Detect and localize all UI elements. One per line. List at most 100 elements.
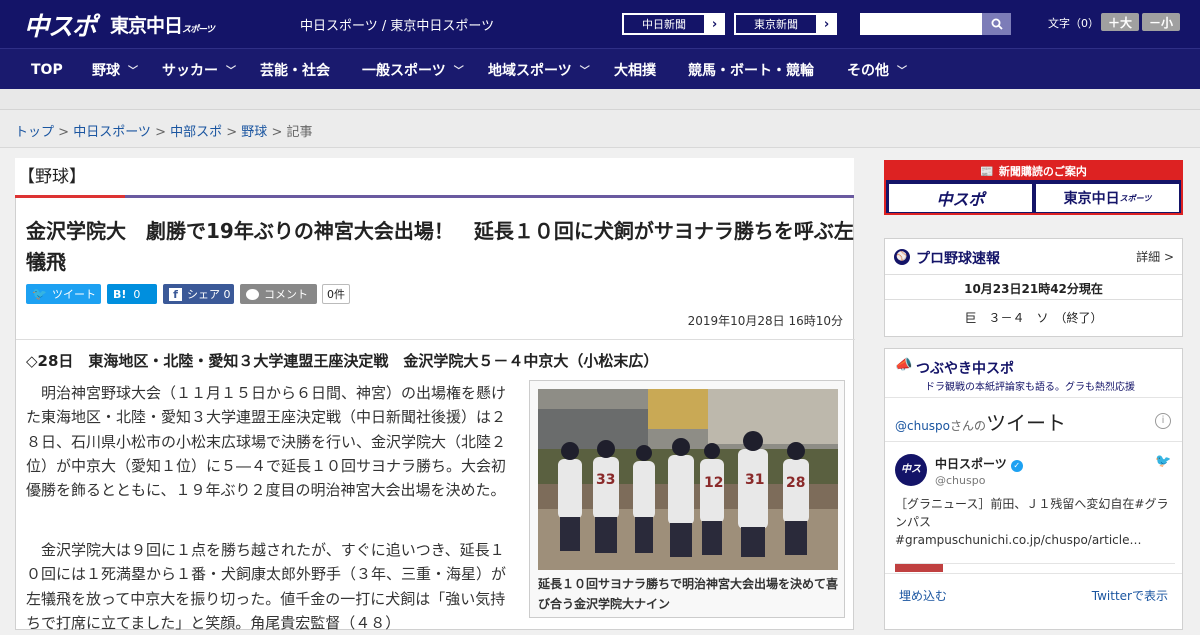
header-bar: 中スポ 東京中日スポーツ 中日スポーツ / 東京中日スポーツ 中日新聞 › 東京新… [0,0,1200,48]
divider [885,441,1182,442]
tweet-heading: ツイート [986,411,1067,435]
search-button[interactable] [982,13,1011,35]
divider [885,299,1182,300]
twitter-bird-icon: 🐦 [1155,454,1172,469]
speech-bubble-icon [246,288,259,300]
article-lead: ◇28日 東海地区・北陸・愛知３大学連盟王座決定戦 金沢学院大５－４中京大（小松… [26,352,659,370]
hatena-icon: B! [113,287,127,301]
nav-label: TOP [31,61,63,78]
chevron-down-icon: ﹀ [128,66,138,77]
chevron-down-icon: ﹀ [226,66,236,77]
nav-item-soccer[interactable]: サッカー ﹀ [162,49,236,90]
logo2-small: スポーツ [182,25,215,35]
nav-label: 一般スポーツ [362,62,446,79]
ad-btn2-small: スポーツ [1119,193,1152,203]
article-headline: 金沢学院大 劇勝で19年ぶりの神宮大会出場！ 延長１０回に犬飼がサヨナラ勝ちを呼… [26,219,854,274]
main-nav: TOP 野球 ﹀ サッカー ﹀ 芸能・社会 一般スポーツ ﹀ 地域スポーツ ﹀ 大相撲 … [0,48,1200,89]
twitter-icon: 🐦 [32,287,47,301]
svg-text:31: 31 [745,472,764,488]
tweet-box: 📣 つぶやき中スポ ドラ観戦の本紙評論家も語る。グラも熱烈応援 @chuspoさ… [884,348,1183,630]
megaphone-icon: 📣 [895,357,913,373]
tweet-box-subtitle: ドラ観戦の本紙評論家も語る。グラも熱烈応援 [925,382,1135,393]
pro-baseball-title: プロ野球速報 [916,251,1000,267]
baseball-score[interactable]: 巨 ３－４ ソ （終了） [885,309,1182,326]
svg-text:33: 33 [596,472,615,488]
baseball-detail-link[interactable]: 詳細 > [1136,248,1174,265]
ad-title: 📰 新聞購読のご案内 [886,162,1181,180]
chunichi-shimbun-button[interactable]: 中日新聞 › [622,13,725,35]
ad-btn2-text: 東京中日 [1063,191,1120,207]
crumb-chunichi-sports[interactable]: 中日スポーツ [73,125,151,140]
nav-item-sumo[interactable]: 大相撲 [614,49,656,90]
facebook-label: シェア 0 [187,288,231,301]
nav-label: 野球 [92,62,120,79]
category-title: 【野球】 [18,167,86,187]
tokyo-chunichi-logo[interactable]: 東京中日スポーツ [110,11,215,38]
nav-item-baseball[interactable]: 野球 ﹀ [92,49,138,90]
chevron-down-icon: ﹀ [453,66,464,77]
nav-item-top[interactable]: TOP [31,49,63,90]
divider [885,397,1182,398]
subscription-ad: 📰 新聞購読のご案内 中スポ 東京中日 スポーツ [884,160,1183,215]
nav-item-entertainment[interactable]: 芸能・社会 [260,49,330,90]
svg-text:28: 28 [786,475,805,491]
nav-label: サッカー [162,62,218,79]
nav-item-general-sports[interactable]: 一般スポーツ ﹀ [362,49,464,90]
newspaper-icon: 📰 [980,164,994,178]
chuspo-logo[interactable]: 中スポ [24,7,97,43]
publish-date: 2019年10月28日 16時10分 [687,314,843,328]
nav-label: 大相撲 [614,62,656,79]
tweet-handle-prefix[interactable]: @chuspo [895,419,950,433]
svg-text:12: 12 [704,475,723,491]
tweet-button[interactable]: 🐦 ツイート [26,284,101,304]
comment-button[interactable]: コメント [240,284,317,304]
crumb-baseball[interactable]: 野球 [241,125,267,140]
crumb-chubu[interactable]: 中部スポ [170,125,222,140]
font-large-button[interactable]: ＋大 [1101,13,1139,31]
hatena-count: 0 [133,287,141,301]
hatena-button[interactable]: B! 0 [107,284,157,304]
paper1-label: 中日新聞 [623,14,705,34]
tweet-handle-line: @chuspoさんのツイート [895,407,1066,436]
info-icon[interactable]: i [1155,413,1171,429]
crumb-top[interactable]: トップ [15,125,54,140]
chuspo-subscribe-button[interactable]: 中スポ [889,184,1032,212]
chevron-right-icon: › [711,16,718,32]
media-thumbnail [895,564,943,572]
photo-caption: 延長１０回サヨナラ勝ちで明治神宮大会出場を決めて喜び合う金沢学院大ナイン [538,577,839,611]
article-paragraph-1: 明治神宮野球大会（１１月１５日から６日間、神宮）の出場権を懸けた東海地区・北陸・… [26,384,507,500]
nav-item-other[interactable]: その他 ﹀ [847,49,907,90]
breadcrumb-bar: トップ > 中日スポーツ > 中部スポ > 野球 > 記事 [0,110,1200,148]
tokyo-chunichi-subscribe-button[interactable]: 東京中日 スポーツ [1036,184,1179,212]
verified-icon: ✓ [1010,460,1023,472]
tweet-text: ［グラニュース］前田、Ｊ１残留へ変幻自在#グランパス #grampuschuni… [895,497,1169,547]
chevron-right-icon: › [823,16,830,32]
chevron-down-icon: ﹀ [579,66,590,77]
ad-title-text: 新聞購読のご案内 [998,165,1087,178]
pro-baseball-box: ⚾ プロ野球速報 詳細 > 10月23日21時42分現在 巨 ３－４ ソ （終了… [884,238,1183,337]
nav-item-local-sports[interactable]: 地域スポーツ ﹀ [488,49,590,90]
nav-label: 芸能・社会 [260,62,330,79]
divider [885,274,1182,275]
baseball-icon: ⚾ [894,249,910,265]
crumb-article: 記事 [286,125,313,140]
article-photo[interactable]: 31 28 33 12 [538,389,838,570]
tweet-user-name-text: 中日スポーツ [935,457,1007,471]
spacer-strip [0,89,1200,110]
logo2-text: 東京中日 [110,15,183,37]
search-icon [991,18,1003,30]
tweet-box-title: つぶやき中スポ [916,361,1014,377]
embed-link[interactable]: 埋め込む [899,587,947,604]
breadcrumb: トップ > 中日スポーツ > 中部スポ > 野球 > 記事 [15,125,313,140]
search-input[interactable] [860,13,982,35]
tokyo-shimbun-button[interactable]: 東京新聞 › [734,13,837,35]
font-small-button[interactable]: －小 [1142,13,1180,31]
tweet-user-handle[interactable]: @chuspo [935,474,985,487]
chevron-down-icon: ﹀ [897,66,907,77]
nav-item-racing[interactable]: 競馬・ボート・競輪 [688,49,814,90]
tweet-user-name[interactable]: 中日スポーツ ✓ [935,455,1023,472]
facebook-share-button[interactable]: f シェア 0 [163,284,234,304]
view-on-twitter-link[interactable]: Twitterで表示 [1092,587,1168,604]
avatar[interactable]: 中ス [895,454,927,486]
site-line: 中日スポーツ / 東京中日スポーツ [300,19,495,34]
